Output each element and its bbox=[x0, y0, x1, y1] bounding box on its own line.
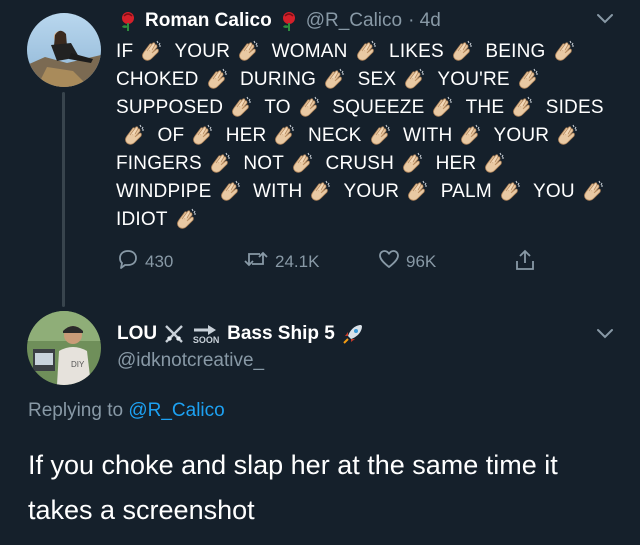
tweet-word: NOT bbox=[243, 153, 285, 174]
clapping-hands-icon bbox=[322, 68, 346, 90]
clapping-hands-icon bbox=[190, 124, 214, 146]
tweet-word: SEX bbox=[357, 69, 397, 90]
reply-icon bbox=[117, 248, 139, 275]
tweet-word: SQUEEZE bbox=[332, 97, 425, 118]
clapping-hands-icon bbox=[402, 68, 426, 90]
clapping-hands-icon bbox=[405, 180, 429, 202]
rose-icon bbox=[117, 10, 139, 32]
tweet-word: OF bbox=[157, 125, 185, 146]
rose-icon bbox=[278, 10, 300, 32]
tweet-word: FINGERS bbox=[116, 153, 202, 174]
tweet-word: TO bbox=[264, 97, 291, 118]
tweet-word: WITH bbox=[403, 125, 453, 146]
reply-display-name[interactable]: LOU bbox=[117, 323, 157, 345]
tweet-word: HER bbox=[225, 125, 267, 146]
rocket-icon bbox=[341, 322, 365, 346]
tweet-text: IF YOUR WOMAN LIKES BEING CHOKED DURING … bbox=[116, 38, 611, 234]
reply-action[interactable]: 430 bbox=[117, 248, 173, 275]
tweet-word: NECK bbox=[307, 125, 362, 146]
clapping-hands-icon bbox=[205, 68, 229, 90]
soon-label: SOON bbox=[192, 334, 220, 345]
tweet-word: CHOKED bbox=[116, 69, 199, 90]
retweet-count: 24.1K bbox=[275, 251, 320, 271]
clapping-hands-icon bbox=[482, 152, 506, 174]
tweet-word: LIKES bbox=[389, 41, 444, 62]
chevron-down-icon[interactable] bbox=[596, 12, 614, 26]
clapping-hands-icon bbox=[272, 124, 296, 146]
reply-name-suffix[interactable]: Bass Ship 5 bbox=[227, 323, 335, 345]
clapping-hands-icon bbox=[290, 152, 314, 174]
reply-handle[interactable]: @idknotcreative_ bbox=[117, 350, 264, 372]
heart-icon bbox=[378, 248, 400, 275]
tweet-word: YOUR bbox=[493, 125, 550, 146]
clapping-hands-icon bbox=[354, 40, 378, 62]
tweet-word: WOMAN bbox=[271, 41, 348, 62]
chevron-down-icon[interactable] bbox=[596, 327, 614, 341]
tweet-word: WINDPIPE bbox=[116, 181, 212, 202]
clapping-hands-icon bbox=[122, 124, 146, 146]
clapping-hands-icon bbox=[400, 152, 424, 174]
tweet-handle[interactable]: @R_Calico bbox=[306, 10, 402, 32]
tweet-word: HER bbox=[435, 153, 477, 174]
reply-text: If you choke and slap her at the same ti… bbox=[28, 450, 558, 525]
tweet-word: THE bbox=[465, 97, 505, 118]
clapping-hands-icon bbox=[516, 68, 540, 90]
tweet-word: IDIOT bbox=[116, 209, 168, 230]
retweet-action[interactable]: 24.1K bbox=[243, 248, 319, 275]
clapping-hands-icon bbox=[368, 124, 392, 146]
tweet-time[interactable]: · 4d bbox=[408, 10, 441, 32]
clapping-hands-icon bbox=[218, 180, 242, 202]
svg-text:DIY: DIY bbox=[71, 360, 85, 369]
share-action[interactable] bbox=[514, 248, 536, 277]
replying-to-mention[interactable]: @R_Calico bbox=[128, 400, 224, 421]
like-count: 96K bbox=[406, 251, 437, 271]
clapping-hands-icon bbox=[555, 124, 579, 146]
reply-count: 430 bbox=[145, 251, 174, 271]
clapping-hands-icon bbox=[174, 208, 198, 230]
tweet-word: BEING bbox=[485, 41, 546, 62]
tweet-word: YOU'RE bbox=[437, 69, 510, 90]
tweet-display-name[interactable]: Roman Calico bbox=[145, 10, 272, 32]
clapping-hands-icon bbox=[297, 96, 321, 118]
thread-connector bbox=[62, 92, 65, 307]
clapping-hands-icon bbox=[208, 152, 232, 174]
replying-to-label: Replying to bbox=[28, 400, 124, 421]
clapping-hands-icon bbox=[450, 40, 474, 62]
clapping-hands-icon bbox=[458, 124, 482, 146]
tweet-word: YOU bbox=[533, 181, 575, 202]
replying-to: Replying to @R_Calico bbox=[28, 400, 225, 422]
soon-arrow-icon: SOON bbox=[191, 324, 221, 345]
avatar-lou[interactable]: DIY bbox=[27, 311, 101, 385]
clapping-hands-icon bbox=[510, 96, 534, 118]
clapping-hands-icon bbox=[139, 40, 163, 62]
tweet-word: IF bbox=[116, 41, 134, 62]
tweet-word: SUPPOSED bbox=[116, 97, 224, 118]
tweet-word: YOUR bbox=[174, 41, 231, 62]
clapping-hands-icon bbox=[430, 96, 454, 118]
tweet-word: DURING bbox=[239, 69, 317, 90]
clapping-hands-icon bbox=[498, 180, 522, 202]
tweet-word: SIDES bbox=[545, 97, 604, 118]
tweet-word: WITH bbox=[253, 181, 303, 202]
crossed-swords-icon bbox=[163, 323, 185, 345]
clapping-hands-icon bbox=[552, 40, 576, 62]
clapping-hands-icon bbox=[308, 180, 332, 202]
retweet-icon bbox=[243, 248, 269, 275]
avatar-roman-calico[interactable] bbox=[27, 13, 101, 87]
share-icon bbox=[514, 248, 536, 277]
tweet-word: PALM bbox=[440, 181, 492, 202]
tweet-word: CRUSH bbox=[325, 153, 395, 174]
tweet-word: YOUR bbox=[343, 181, 400, 202]
like-action[interactable]: 96K bbox=[378, 248, 436, 275]
clapping-hands-icon bbox=[236, 40, 260, 62]
clapping-hands-icon bbox=[581, 180, 605, 202]
clapping-hands-icon bbox=[229, 96, 253, 118]
